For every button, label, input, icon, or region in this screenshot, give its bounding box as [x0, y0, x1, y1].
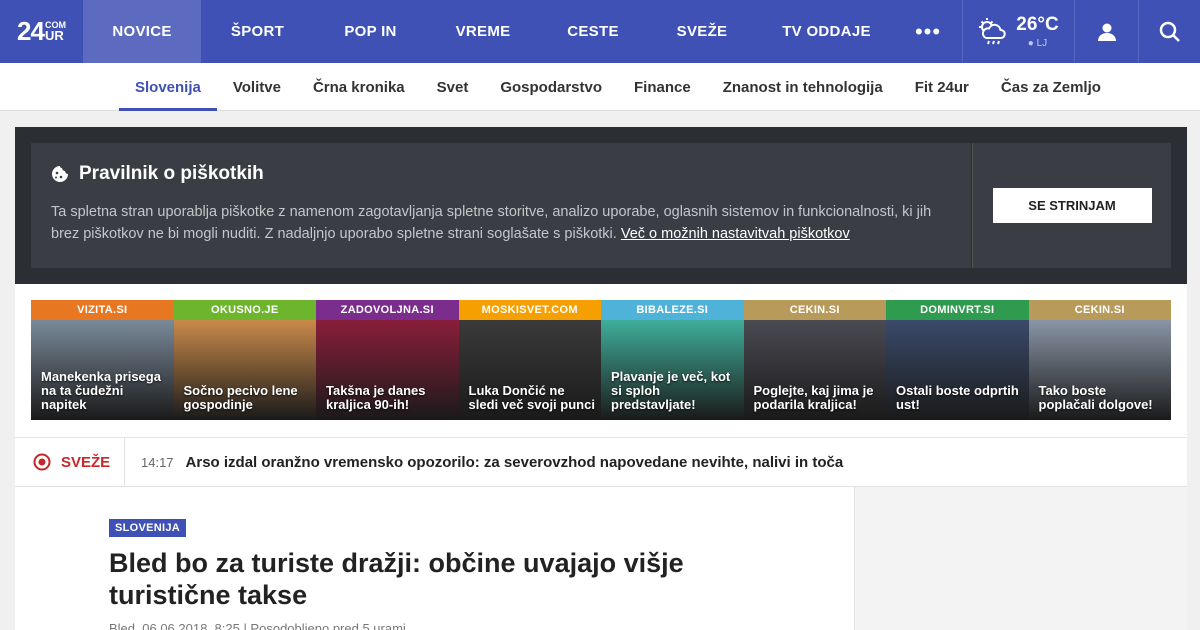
subnav-item-crna-kronika[interactable]: Črna kronika	[297, 63, 421, 111]
partner-label: ZADOVOLJNA.SI	[316, 300, 459, 320]
cookie-settings-link[interactable]: Več o možnih nastavitvah piškotkov	[621, 226, 850, 242]
partner-label: VIZITA.SI	[31, 300, 174, 320]
subnav-item-gospodarstvo[interactable]: Gospodarstvo	[484, 63, 618, 111]
partner-label: BIBALEZE.SI	[601, 300, 744, 320]
partner-label: CEKIN.SI	[1028, 300, 1171, 320]
partner-caption: Sočno pecivo lene gospodinje	[183, 383, 298, 412]
partner-card[interactable]: CEKIN.SI Poglejte, kaj jima je podarila …	[743, 300, 886, 420]
partner-strip: VIZITA.SI Manekenka prisega na ta čudežn…	[15, 284, 1187, 437]
weather-widget[interactable]: 26°C ● LJ	[962, 0, 1075, 63]
partner-label: CEKIN.SI	[743, 300, 886, 320]
partner-card[interactable]: BIBALEZE.SI Plavanje je več, kot si splo…	[601, 300, 744, 420]
partner-label: MOSKISVET.COM	[458, 300, 601, 320]
cloud-rain-sun-icon	[979, 17, 1007, 44]
partner-card[interactable]: DOMINVRT.SI Ostali boste odprtih ust!	[886, 300, 1029, 420]
nav-item-sport[interactable]: ŠPORT	[201, 0, 314, 63]
subnav-item-svet[interactable]: Svet	[421, 63, 485, 111]
logo-number: 24	[17, 16, 45, 46]
partner-card[interactable]: MOSKISVET.COM Luka Dončić ne sledi več s…	[458, 300, 601, 420]
breaking-news-strip: SVEŽE 14:17 Arso izdal oranžno vremensko…	[15, 437, 1187, 487]
partner-label: DOMINVRT.SI	[886, 300, 1029, 320]
partner-card[interactable]: CEKIN.SI Tako boste poplačali dolgove!	[1028, 300, 1171, 420]
partner-caption: Tako boste poplačali dolgove!	[1038, 383, 1153, 412]
subnav-item-finance[interactable]: Finance	[618, 63, 707, 111]
top-navigation: 24 COM UR NOVICE ŠPORT POP IN VREME CEST…	[0, 0, 1200, 63]
more-menu-button[interactable]: •••	[896, 0, 960, 63]
logo-ur: UR	[44, 28, 64, 43]
sub-navigation: Slovenija Volitve Črna kronika Svet Gosp…	[0, 63, 1200, 111]
breaking-headline[interactable]: Arso izdal oranžno vremensko opozorilo: …	[186, 454, 844, 471]
weather-location: ● LJ	[1027, 38, 1048, 49]
partner-card[interactable]: VIZITA.SI Manekenka prisega na ta čudežn…	[31, 300, 174, 420]
cookie-message: Pravilnik o piškotkih Ta spletna stran u…	[31, 143, 971, 268]
nav-item-ceste[interactable]: CESTE	[539, 0, 647, 63]
article-category-tag[interactable]: SLOVENIJA	[109, 519, 187, 537]
partner-caption: Takšna je danes kraljica 90-ih!	[326, 383, 426, 412]
user-button[interactable]	[1075, 0, 1139, 63]
partner-caption: Luka Dončić ne sledi več svoji punci	[468, 383, 595, 412]
partner-caption: Manekenka prisega na ta čudežni napitek	[41, 369, 161, 412]
sidebar-ad-slot	[855, 487, 1187, 630]
search-icon	[1159, 21, 1180, 42]
target-icon	[33, 453, 51, 471]
nav-item-vreme[interactable]: VREME	[427, 0, 539, 63]
article: SLOVENIJA Bled bo za turiste dražji: obč…	[15, 487, 855, 630]
partner-label: OKUSNO.JE	[173, 300, 316, 320]
search-button[interactable]	[1139, 0, 1200, 63]
cookie-icon	[52, 166, 68, 182]
article-meta: Bled, 06.06.2018, 8:25 | Posodobljeno pr…	[109, 621, 406, 630]
nav-item-novice[interactable]: NOVICE	[83, 0, 201, 63]
partner-caption: Ostali boste odprtih ust!	[896, 383, 1019, 412]
main-nav: NOVICE ŠPORT POP IN VREME CESTE SVEŽE TV…	[83, 0, 960, 63]
nav-item-tv-oddaje[interactable]: TV ODDAJE	[757, 0, 896, 63]
cookie-banner: Pravilnik o piškotkih Ta spletna stran u…	[15, 127, 1187, 284]
subnav-item-znanost[interactable]: Znanost in tehnologija	[707, 63, 899, 111]
breaking-label: SVEŽE	[61, 453, 111, 471]
partner-caption: Plavanje je več, kot si sploh predstavlj…	[611, 369, 731, 412]
partner-caption: Poglejte, kaj jima je podarila kraljica!	[753, 383, 874, 412]
subnav-item-slovenija[interactable]: Slovenija	[119, 63, 217, 111]
site-logo[interactable]: 24 COM UR	[0, 0, 83, 63]
nav-item-pop-in[interactable]: POP IN	[314, 0, 427, 63]
accept-cookies-button[interactable]: SE STRINJAM	[992, 188, 1152, 223]
breaking-time: 14:17	[141, 454, 174, 470]
partner-card[interactable]: ZADOVOLJNA.SI Takšna je danes kraljica 9…	[316, 300, 459, 420]
subnav-item-cas-za-zemljo[interactable]: Čas za Zemljo	[985, 63, 1117, 111]
article-headline: Bled bo za turiste dražji: občine uvajaj…	[109, 548, 684, 610]
partner-card[interactable]: OKUSNO.JE Sočno pecivo lene gospodinje	[173, 300, 316, 420]
subnav-item-volitve[interactable]: Volitve	[217, 63, 297, 111]
weather-temperature: 26°C	[1016, 14, 1059, 35]
cookie-title: Pravilnik o piškotkih	[79, 163, 264, 184]
nav-item-sveze[interactable]: SVEŽE	[647, 0, 757, 63]
user-icon	[1097, 23, 1116, 41]
subnav-item-fit-24ur[interactable]: Fit 24ur	[899, 63, 985, 111]
